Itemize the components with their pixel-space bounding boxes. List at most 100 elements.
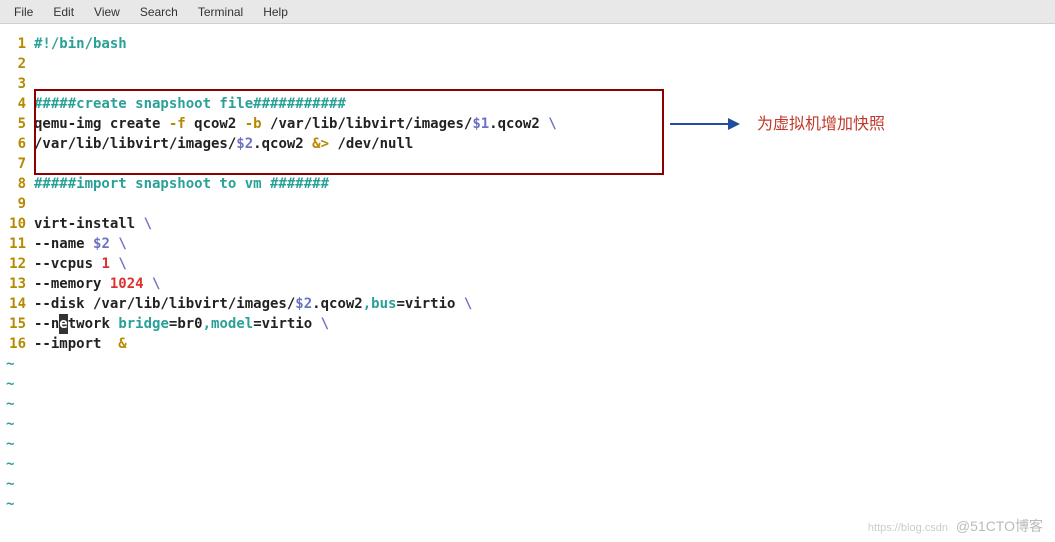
code-content[interactable] (34, 54, 1055, 74)
code-content[interactable]: --network bridge=br0,model=virtio \ (34, 314, 1055, 334)
code-content[interactable]: #####import snapshoot to vm ####### (34, 174, 1055, 194)
token: /var/lib/libvirt/images/ (34, 136, 236, 152)
token: -f (169, 116, 186, 132)
token: \ (548, 116, 556, 132)
line-number: 16 (0, 334, 34, 354)
menu-terminal[interactable]: Terminal (188, 3, 253, 21)
menu-edit[interactable]: Edit (43, 3, 84, 21)
code-line[interactable]: 7 (0, 154, 1055, 174)
line-number: 9 (0, 194, 34, 214)
empty-line: ~ (0, 354, 1055, 374)
token: #####create snapshoot file########### (34, 96, 346, 112)
menu-file[interactable]: File (4, 3, 43, 21)
token: ,bus (363, 296, 397, 312)
code-line[interactable]: 6/var/lib/libvirt/images/$2.qcow2 &> /de… (0, 134, 1055, 154)
line-number: 10 (0, 214, 34, 234)
code-content[interactable]: --import & (34, 334, 1055, 354)
token: =virtio (253, 316, 320, 332)
line-number: 7 (0, 154, 34, 174)
watermark-right: @51CTO博客 (956, 518, 1043, 534)
tilde-icon: ~ (0, 474, 14, 494)
token: --vcpus (34, 256, 101, 272)
tilde-icon: ~ (0, 434, 14, 454)
code-content[interactable]: #!/bin/bash (34, 34, 1055, 54)
code-content[interactable] (34, 194, 1055, 214)
code-line[interactable]: 12--vcpus 1 \ (0, 254, 1055, 274)
token: .qcow2 (489, 116, 548, 132)
code-content[interactable]: /var/lib/libvirt/images/$2.qcow2 &> /dev… (34, 134, 1055, 154)
empty-line: ~ (0, 494, 1055, 514)
code-line[interactable]: 2 (0, 54, 1055, 74)
code-line[interactable]: 13--memory 1024 \ (0, 274, 1055, 294)
code-line[interactable]: 14--disk /var/lib/libvirt/images/$2.qcow… (0, 294, 1055, 314)
watermark: https://blog.csdn @51CTO博客 (868, 516, 1043, 536)
empty-line: ~ (0, 454, 1055, 474)
code-content[interactable]: virt-install \ (34, 214, 1055, 234)
token: =virtio (396, 296, 463, 312)
token: twork (68, 316, 119, 332)
menubar: FileEditViewSearchTerminalHelp (0, 0, 1055, 24)
menu-view[interactable]: View (84, 3, 130, 21)
token: -b (245, 116, 262, 132)
line-number: 15 (0, 314, 34, 334)
code-line[interactable]: 15--network bridge=br0,model=virtio \ (0, 314, 1055, 334)
cursor: e (59, 314, 67, 334)
code-content[interactable]: --vcpus 1 \ (34, 254, 1055, 274)
empty-line: ~ (0, 414, 1055, 434)
line-number: 12 (0, 254, 34, 274)
menu-help[interactable]: Help (253, 3, 298, 21)
code-line[interactable]: 1#!/bin/bash (0, 34, 1055, 54)
code-content[interactable]: --memory 1024 \ (34, 274, 1055, 294)
code-content[interactable]: --disk /var/lib/libvirt/images/$2.qcow2,… (34, 294, 1055, 314)
token: =br0 (169, 316, 203, 332)
line-number: 14 (0, 294, 34, 314)
code-line[interactable]: 9 (0, 194, 1055, 214)
token: $2 (295, 296, 312, 312)
token: --n (34, 316, 59, 332)
arrow-icon (670, 116, 740, 132)
empty-line: ~ (0, 434, 1055, 454)
empty-line: ~ (0, 394, 1055, 414)
tilde-icon: ~ (0, 374, 14, 394)
token: \ (118, 256, 126, 272)
code-line[interactable]: 10virt-install \ (0, 214, 1055, 234)
token: --disk /var/lib/libvirt/images/ (34, 296, 295, 312)
tilde-icon: ~ (0, 414, 14, 434)
code-content[interactable]: --name $2 \ (34, 234, 1055, 254)
token: --import (34, 336, 118, 352)
tilde-icon: ~ (0, 494, 14, 514)
code-line[interactable]: 11--name $2 \ (0, 234, 1055, 254)
token: \ (144, 216, 152, 232)
token: 1024 (110, 276, 144, 292)
token: /dev/null (329, 136, 413, 152)
tilde-icon: ~ (0, 394, 14, 414)
code-line[interactable]: 5qemu-img create -f qcow2 -b /var/lib/li… (0, 114, 1055, 134)
watermark-left: https://blog.csdn (868, 522, 948, 534)
token: bridge (118, 316, 169, 332)
code-content[interactable] (34, 74, 1055, 94)
code-line[interactable]: 16--import & (0, 334, 1055, 354)
code-content[interactable] (34, 154, 1055, 174)
code-line[interactable]: 4#####create snapshoot file########### (0, 94, 1055, 114)
line-number: 11 (0, 234, 34, 254)
token: qemu-img create (34, 116, 169, 132)
tilde-icon: ~ (0, 354, 14, 374)
code-line[interactable]: 8#####import snapshoot to vm ####### (0, 174, 1055, 194)
menu-search[interactable]: Search (130, 3, 188, 21)
empty-line: ~ (0, 374, 1055, 394)
token: .qcow2 (312, 296, 363, 312)
token: /var/lib/libvirt/images/ (262, 116, 473, 132)
token: #####import snapshoot to vm ####### (34, 176, 329, 192)
token: $1 (472, 116, 489, 132)
editor-area[interactable]: 1#!/bin/bash234#####create snapshoot fil… (0, 24, 1055, 514)
token: $2 (93, 236, 110, 252)
line-number: 3 (0, 74, 34, 94)
token: 1 (101, 256, 109, 272)
code-content[interactable]: #####create snapshoot file########### (34, 94, 1055, 114)
token: & (118, 336, 126, 352)
code-line[interactable]: 3 (0, 74, 1055, 94)
annotation-text: 为虚拟机增加快照 (757, 110, 885, 134)
line-number: 2 (0, 54, 34, 74)
code-content[interactable]: qemu-img create -f qcow2 -b /var/lib/lib… (34, 114, 1055, 134)
line-number: 13 (0, 274, 34, 294)
